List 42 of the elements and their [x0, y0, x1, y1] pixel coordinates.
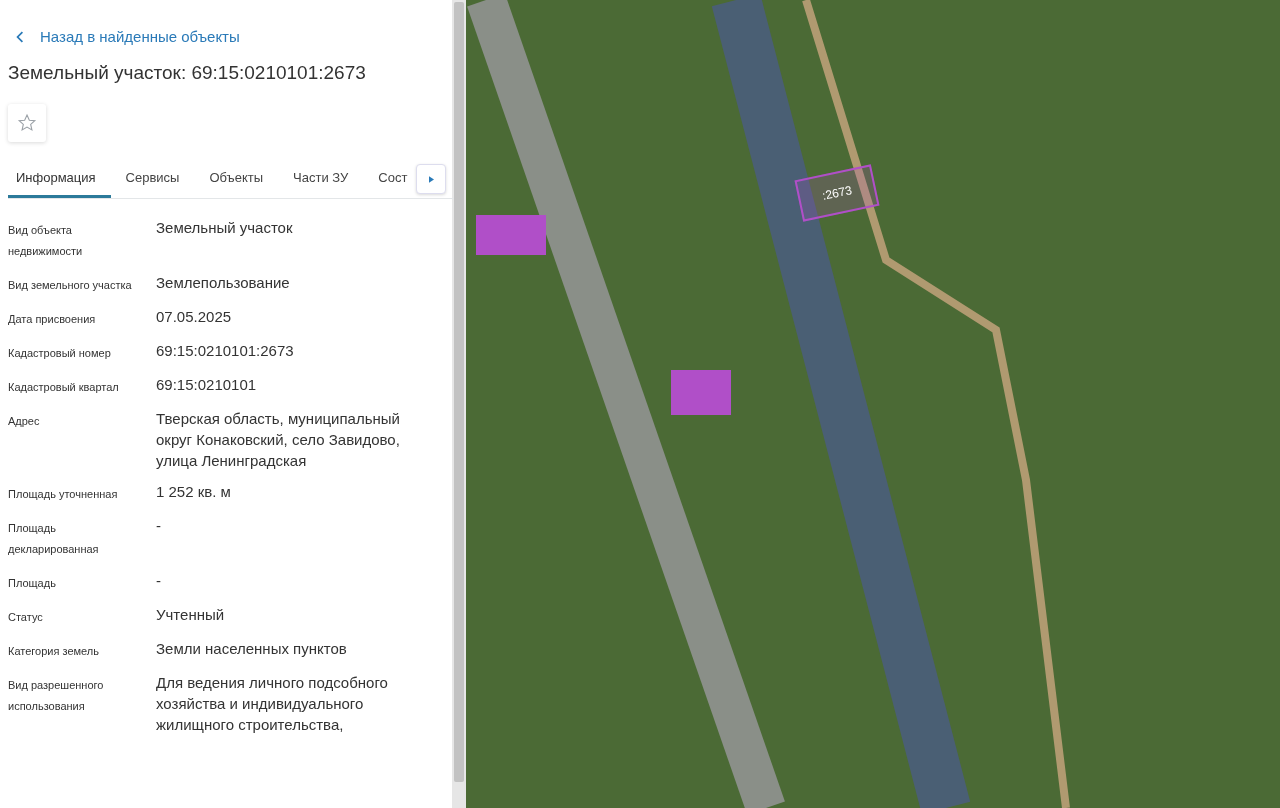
parcel-label: :2673	[820, 183, 854, 203]
scrollbar[interactable]	[452, 0, 466, 808]
scroll-tabs-button[interactable]	[416, 164, 446, 194]
field-value: -	[156, 571, 162, 591]
star-icon	[17, 113, 37, 133]
tab[interactable]: Части ЗУ	[278, 160, 364, 198]
field-label: Кадастровый номер	[8, 346, 112, 361]
favorite-button[interactable]	[8, 104, 46, 142]
page-title: Земельный участок: 69:15:0210101:2673	[8, 62, 367, 84]
field-label: Площадь	[8, 576, 57, 591]
parcel-outline[interactable]: :2673	[794, 164, 880, 222]
field-label: Вид земельного участка	[8, 278, 133, 293]
field-label: Вид объекта недвижимости	[8, 223, 84, 259]
tab[interactable]: Объекты	[194, 160, 279, 198]
building-marker[interactable]	[671, 370, 731, 415]
field-value: -	[156, 516, 162, 536]
tab[interactable]: Сервисы	[110, 160, 195, 198]
field-label: Площадь декларированная	[8, 521, 100, 557]
satellite-map[interactable]: :2673	[466, 0, 1280, 808]
caret-right-icon	[428, 175, 434, 183]
field-value: Для ведения личного подсобного хозяйства и индивидуального жилищного строительства,	[156, 673, 389, 735]
back-link[interactable]: Назад в найденные объекты	[16, 28, 240, 45]
field-label: Категория земель	[8, 644, 100, 659]
field-label: Площадь уточненная	[8, 487, 119, 502]
field-value: 69:15:0210101:2673	[156, 341, 295, 361]
field-value: 07.05.2025	[156, 307, 233, 327]
field-label: Адрес	[8, 414, 41, 429]
tab[interactable]: Информация	[8, 160, 111, 198]
tab[interactable]: Сост	[363, 160, 412, 198]
field-label: Статус	[8, 610, 44, 625]
field-value: 69:15:0210101	[156, 375, 258, 395]
field-value: Тверская область, муниципальный округ Конаковский, село Завидово, улица Ленинградская	[156, 409, 401, 471]
building-marker[interactable]	[476, 215, 546, 255]
field-value: 1 252 кв. м	[156, 482, 232, 502]
field-value: Учтенный	[156, 605, 226, 625]
field-value: Земли населенных пунктов	[156, 639, 348, 659]
field-label: Вид разрешенного использования	[8, 678, 105, 714]
field-value: Землепользование	[156, 273, 291, 293]
field-label: Кадастровый квартал	[8, 380, 120, 395]
chevron-left-icon	[16, 30, 24, 43]
field-value: Земельный участок	[156, 218, 294, 238]
field-label: Дата присвоения	[8, 312, 97, 327]
